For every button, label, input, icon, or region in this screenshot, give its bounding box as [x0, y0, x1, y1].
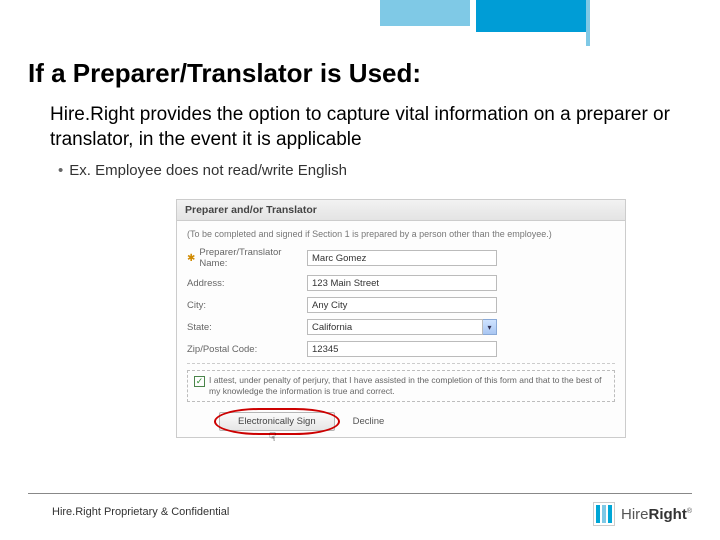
zip-input[interactable]: 12345 [307, 341, 497, 357]
address-input[interactable]: 123 Main Street [307, 275, 497, 291]
state-label: State: [187, 322, 307, 333]
electronically-sign-button[interactable]: Electronically Sign ☟ [219, 412, 335, 431]
hand-cursor-icon: ☟ [269, 430, 276, 444]
zip-label: Zip/Postal Code: [187, 344, 307, 355]
slide-lead: Hire.Right provides the option to captur… [50, 103, 692, 152]
required-icon: ✱ [187, 253, 195, 264]
logo-text: HireRight® [621, 506, 692, 523]
row-city: City: Any City [187, 297, 615, 313]
panel-note: (To be completed and signed if Section 1… [187, 229, 615, 239]
header-decoration [380, 0, 590, 46]
preparer-panel: Preparer and/or Translator (To be comple… [176, 199, 626, 437]
slide-bullet: •Ex. Employee does not read/write Englis… [58, 162, 692, 179]
address-label: Address: [187, 278, 307, 289]
row-address: Address: 123 Main Street [187, 275, 615, 291]
decline-button[interactable]: Decline [353, 416, 385, 427]
brand-logo: HireRight® [593, 502, 692, 526]
footer-divider [28, 493, 692, 494]
panel-header: Preparer and/or Translator [177, 200, 625, 221]
name-input[interactable]: Marc Gomez [307, 250, 497, 266]
row-zip: Zip/Postal Code: 12345 [187, 341, 615, 357]
name-label: ✱ Preparer/Translator Name: [187, 247, 307, 269]
row-name: ✱ Preparer/Translator Name: Marc Gomez [187, 247, 615, 269]
city-input[interactable]: Any City [307, 297, 497, 313]
slide-title: If a Preparer/Translator is Used: [28, 58, 692, 89]
bullet-text: Ex. Employee does not read/write English [69, 162, 347, 179]
state-select[interactable]: California [307, 319, 483, 335]
city-label: City: [187, 300, 307, 311]
attest-text: I attest, under penalty of perjury, that… [209, 375, 608, 396]
logo-bars-icon [593, 502, 615, 526]
chevron-down-icon[interactable]: ▾ [483, 319, 497, 335]
footer-text: Hire.Right Proprietary & Confidential [52, 506, 229, 518]
attestation-row: ✓ I attest, under penalty of perjury, th… [187, 370, 615, 401]
row-state: State: California ▾ [187, 319, 615, 335]
attest-checkbox[interactable]: ✓ [194, 376, 205, 387]
